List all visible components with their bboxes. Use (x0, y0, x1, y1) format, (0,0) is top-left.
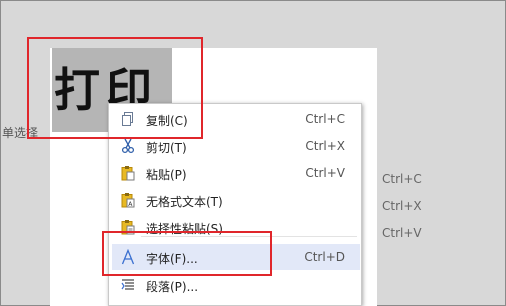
menu-item-shortcut: Ctrl+D (304, 250, 345, 264)
paragraph-icon (121, 279, 134, 290)
menu-item-paste[interactable]: 粘贴(P) Ctrl+V (112, 160, 360, 186)
menu-item-shortcut: Ctrl+V (305, 166, 345, 180)
menu-item-paste-plain-text[interactable]: A 无格式文本(T) (112, 187, 360, 213)
font-item-highlight-box (102, 231, 272, 276)
scissors-icon (121, 138, 135, 154)
menu-item-label: 粘贴(P) (146, 168, 187, 182)
paste-plain-text-icon: A (121, 193, 135, 208)
menu-item-shortcut: Ctrl+X (305, 139, 345, 153)
menu-item-label: 段落(P)... (146, 280, 199, 294)
background-shortcut-copy: Ctrl+C (382, 172, 422, 186)
menu-item-label: 剪切(T) (146, 141, 187, 155)
menu-item-shortcut: Ctrl+C (305, 112, 345, 126)
menu-item-label: 无格式文本(T) (146, 195, 223, 209)
background-shortcut-paste: Ctrl+V (382, 226, 422, 240)
selection-highlight-box (27, 37, 203, 139)
paste-icon (121, 166, 135, 181)
background-shortcut-cut: Ctrl+X (382, 199, 422, 213)
